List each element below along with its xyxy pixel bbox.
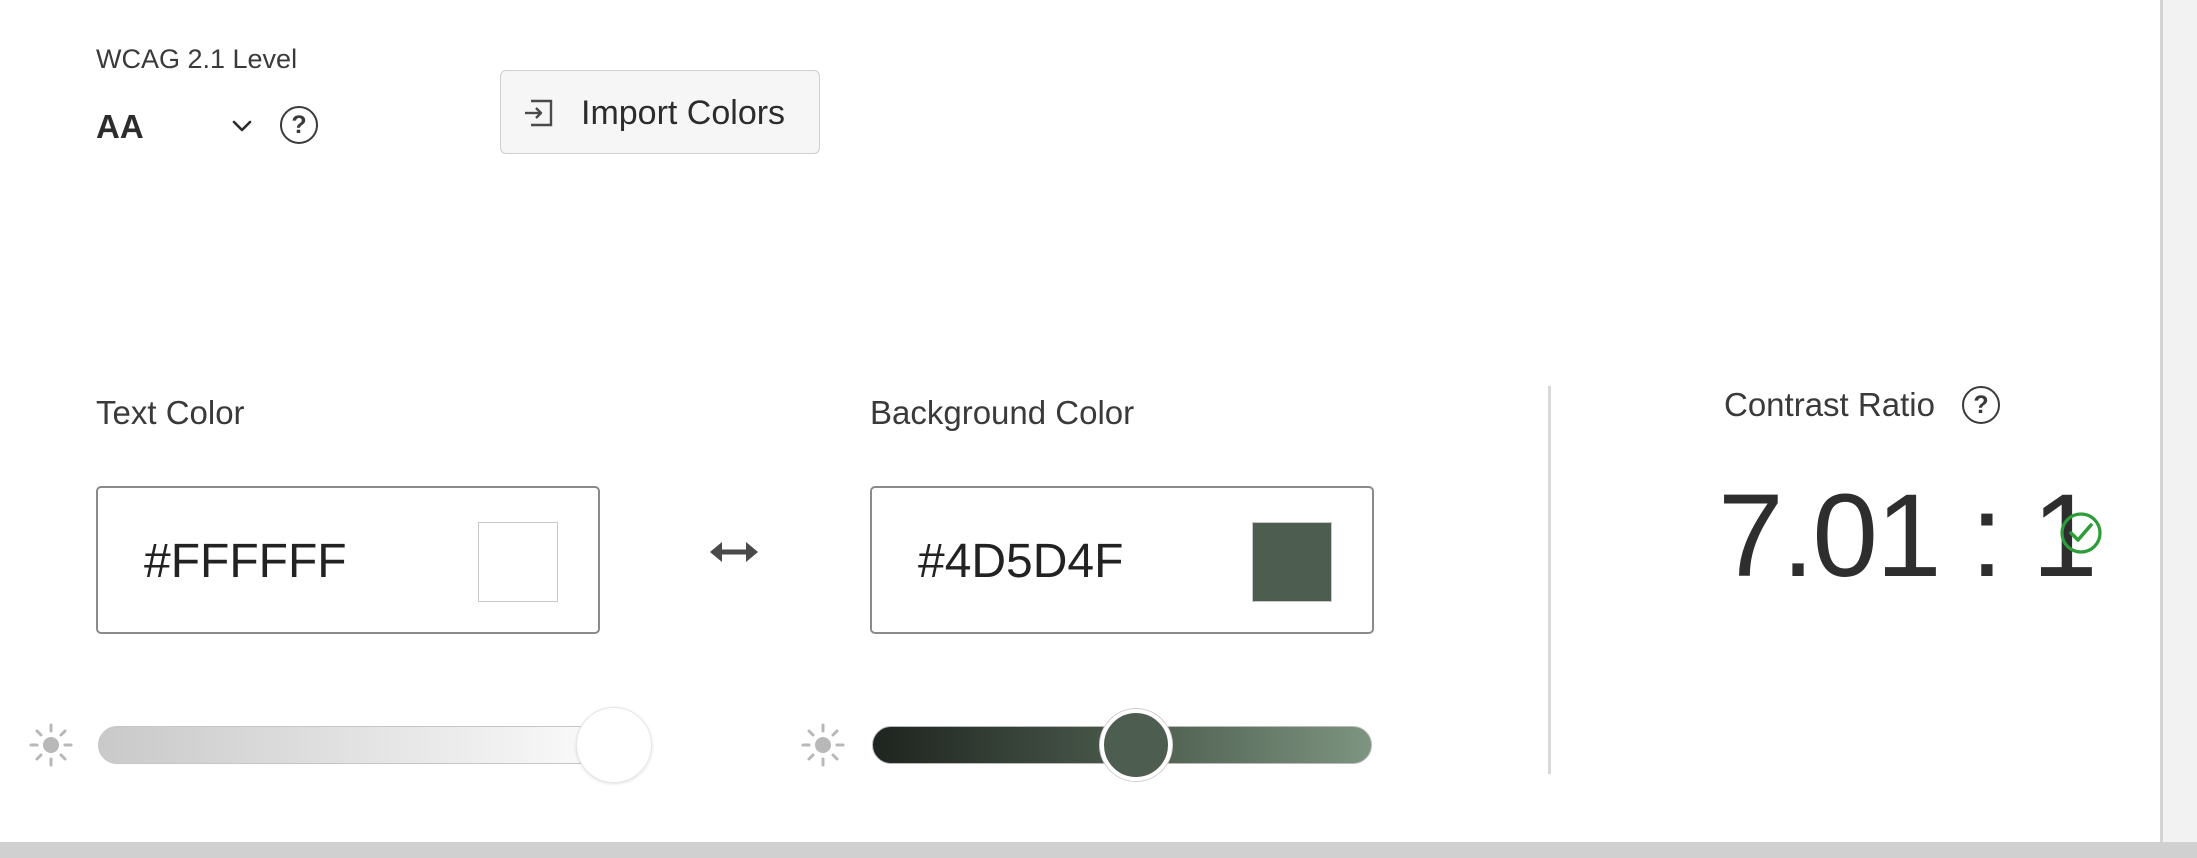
background-color-hex: #4D5D4F: [918, 535, 1124, 588]
chevron-down-icon[interactable]: [230, 114, 254, 138]
wcag-level-select[interactable]: AA ?: [96, 106, 326, 152]
window-edge: [2160, 0, 2197, 858]
import-icon: [525, 99, 553, 127]
background-color-field[interactable]: #4D5D4F: [870, 486, 1374, 634]
text-color-label: Text Color: [96, 394, 245, 431]
contrast-help-icon[interactable]: ?: [1962, 386, 2000, 424]
contrast-ratio-label: Contrast Ratio: [1724, 386, 1935, 423]
text-color-field[interactable]: #FFFFFF: [96, 486, 600, 634]
wcag-level-label: WCAG 2.1 Level: [96, 44, 298, 74]
text-color-swatch[interactable]: [478, 522, 558, 602]
contrast-ratio-value: 7.01 : 1: [1718, 470, 2098, 602]
check-circle-icon: [2060, 512, 2102, 554]
wcag-level-value: AA: [96, 108, 144, 145]
import-colors-button[interactable]: Import Colors: [500, 70, 820, 154]
background-color-swatch[interactable]: [1252, 522, 1332, 602]
vertical-divider: [1548, 386, 1551, 774]
text-color-brightness-slider[interactable]: [98, 726, 650, 764]
sun-icon: [801, 723, 845, 767]
window-edge: [0, 842, 2197, 858]
swap-icon[interactable]: [706, 532, 762, 572]
text-color-hex: #FFFFFF: [144, 535, 347, 588]
background-color-slider-thumb[interactable]: [1100, 709, 1172, 781]
sun-icon: [29, 723, 73, 767]
contrast-checker-panel: WCAG 2.1 Level AA ? Import Colors Text C…: [0, 0, 2160, 842]
background-color-label: Background Color: [870, 394, 1135, 431]
text-color-slider-thumb[interactable]: [576, 707, 652, 783]
import-colors-label: Import Colors: [581, 94, 786, 132]
wcag-help-icon[interactable]: ?: [280, 106, 318, 144]
